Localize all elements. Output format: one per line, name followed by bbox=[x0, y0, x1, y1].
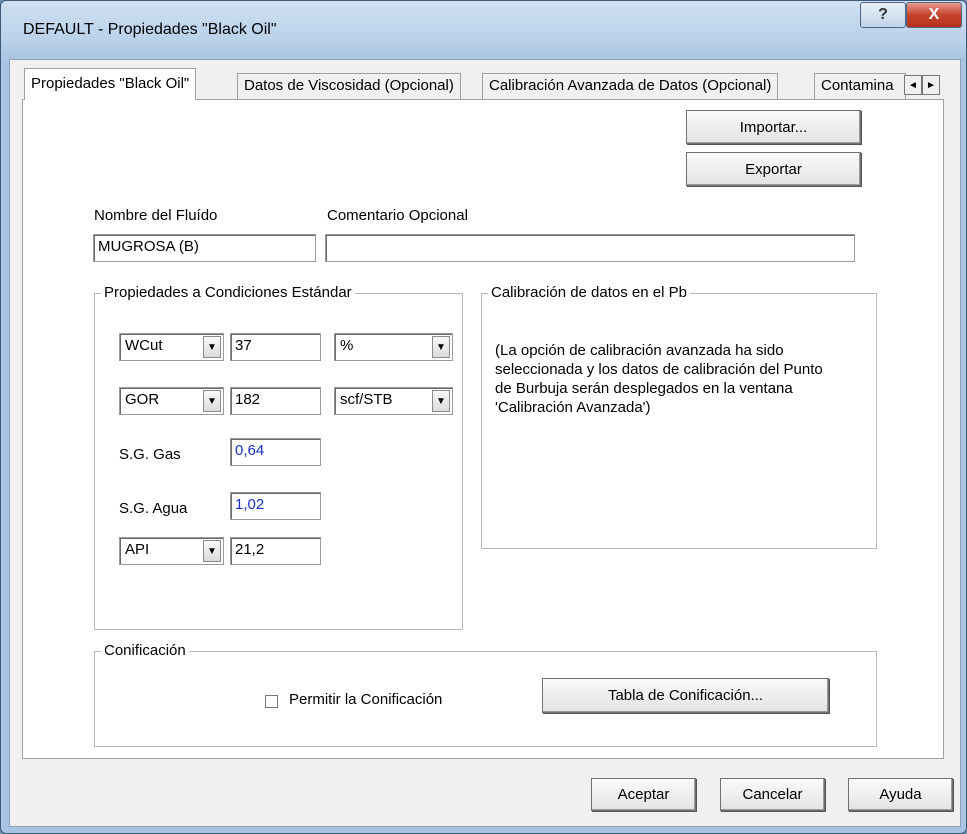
cancel-button[interactable]: Cancelar bbox=[720, 778, 825, 811]
tab-panel-black-oil: Importar... Exportar Nombre del Fluído M… bbox=[22, 99, 944, 759]
help-button[interactable]: ? bbox=[860, 2, 906, 28]
gor-unit-value: scf/STB bbox=[340, 391, 393, 408]
sg-water-label: S.G. Agua bbox=[119, 500, 188, 517]
pb-calibration-note: (La opción de calibración avanzada ha si… bbox=[495, 341, 823, 417]
chevron-down-icon: ▼ bbox=[203, 540, 221, 562]
tab-black-oil-properties[interactable]: Propiedades "Black Oil" bbox=[24, 68, 197, 100]
comment-input[interactable] bbox=[325, 234, 855, 262]
chevron-down-icon: ▼ bbox=[203, 336, 221, 358]
api-selector[interactable]: API ▼ bbox=[119, 537, 224, 565]
coning-table-button[interactable]: Tabla de Conificación... bbox=[542, 678, 829, 713]
tab-scroll-right-icon[interactable]: ► bbox=[922, 75, 940, 95]
question-icon: ? bbox=[878, 6, 888, 23]
close-icon: X bbox=[928, 6, 940, 23]
wcut-unit-selector[interactable]: % ▼ bbox=[334, 333, 453, 361]
sg-gas-input[interactable]: 0,64 bbox=[230, 438, 321, 466]
chevron-down-icon: ▼ bbox=[203, 390, 221, 412]
accept-button[interactable]: Aceptar bbox=[591, 778, 696, 811]
gor-input[interactable]: 182 bbox=[230, 387, 321, 415]
close-button[interactable]: X bbox=[906, 2, 962, 28]
api-input[interactable]: 21,2 bbox=[230, 537, 321, 565]
note-line: seleccionada y los datos de calibración … bbox=[495, 361, 823, 378]
tab-scroll-left-icon[interactable]: ◄ bbox=[904, 75, 922, 95]
tab-advanced-calibration[interactable]: Calibración Avanzada de Datos (Opcional) bbox=[482, 73, 779, 99]
api-selector-value: API bbox=[125, 541, 150, 558]
chevron-down-icon: ▼ bbox=[432, 390, 450, 412]
gor-unit-selector[interactable]: scf/STB ▼ bbox=[334, 387, 453, 415]
dialog-window: DEFAULT - Propiedades "Black Oil" ? X Pr… bbox=[0, 0, 967, 834]
wcut-selector-value: WCut bbox=[125, 337, 163, 354]
tab-strip: Propiedades "Black Oil" Datos de Viscosi… bbox=[10, 60, 960, 100]
gor-selector[interactable]: GOR ▼ bbox=[119, 387, 224, 415]
tab-contamination[interactable]: Contamina bbox=[814, 73, 906, 99]
wcut-selector[interactable]: WCut ▼ bbox=[119, 333, 224, 361]
allow-coning-label[interactable]: Permitir la Conificación bbox=[289, 691, 442, 708]
allow-coning-checkbox[interactable] bbox=[265, 695, 278, 708]
pb-calibration-legend: Calibración de datos en el Pb bbox=[488, 284, 690, 301]
sg-water-input[interactable]: 1,02 bbox=[230, 492, 321, 520]
comment-label: Comentario Opcional bbox=[327, 207, 468, 224]
wcut-unit-value: % bbox=[340, 337, 354, 354]
fluid-name-label: Nombre del Fluído bbox=[94, 207, 218, 224]
note-line: 'Calibración Avanzada') bbox=[495, 399, 651, 416]
chevron-down-icon: ▼ bbox=[432, 336, 450, 358]
export-button[interactable]: Exportar bbox=[686, 152, 861, 186]
import-button[interactable]: Importar... bbox=[686, 110, 861, 144]
sg-gas-label: S.G. Gas bbox=[119, 446, 181, 463]
window-title: DEFAULT - Propiedades "Black Oil" bbox=[23, 21, 277, 38]
pb-calibration-group: Calibración de datos en el Pb (La opción… bbox=[481, 284, 877, 549]
tab-viscosity-data[interactable]: Datos de Viscosidad (Opcional) bbox=[237, 73, 461, 99]
standard-conditions-legend: Propiedades a Condiciones Estándar bbox=[101, 284, 355, 301]
wcut-input[interactable]: 37 bbox=[230, 333, 321, 361]
note-line: (La opción de calibración avanzada ha si… bbox=[495, 342, 784, 359]
dialog-client-area: Propiedades "Black Oil" Datos de Viscosi… bbox=[9, 59, 961, 827]
note-line: de Burbuja serán desplegados en la venta… bbox=[495, 380, 793, 397]
standard-conditions-group: Propiedades a Condiciones Estándar WCut … bbox=[94, 284, 463, 630]
help-footer-button[interactable]: Ayuda bbox=[848, 778, 953, 811]
coning-group: Conificación Permitir la Conificación Ta… bbox=[94, 642, 877, 747]
coning-legend: Conificación bbox=[101, 642, 189, 659]
fluid-name-input[interactable]: MUGROSA (B) bbox=[93, 234, 316, 262]
title-bar[interactable]: DEFAULT - Propiedades "Black Oil" ? X bbox=[1, 1, 966, 59]
gor-selector-value: GOR bbox=[125, 391, 160, 408]
